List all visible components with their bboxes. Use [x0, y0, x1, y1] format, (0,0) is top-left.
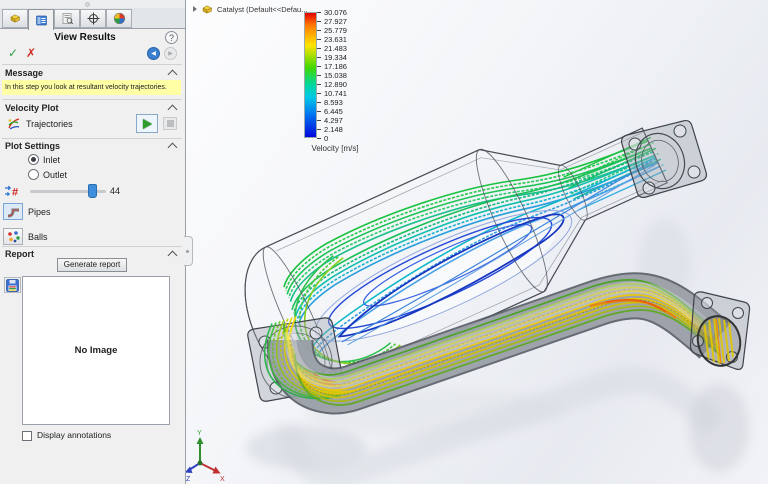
no-image-label: No Image: [74, 345, 118, 356]
divider: [2, 64, 182, 65]
feature-manager-icon: [9, 14, 20, 23]
cancel-button[interactable]: ✗: [26, 46, 36, 60]
legend-tick: 27.927: [317, 17, 347, 26]
play-button[interactable]: [136, 114, 158, 133]
inlet-radio[interactable]: [28, 154, 39, 165]
display-annotations-label: Display annotations: [37, 430, 112, 440]
outlet-flange: [689, 291, 751, 371]
manager-tab-bar: [0, 8, 185, 30]
solidworks-flow-simulation-window: View Results ? ✓ ✗ ◀ ▶ Message In this s…: [0, 0, 768, 484]
legend-tick: 30.076: [317, 8, 347, 17]
report-section-header[interactable]: Report: [5, 249, 34, 259]
legend-title: Velocity [m/s]: [311, 144, 359, 153]
triad-y-label: Y: [197, 430, 202, 437]
feature-tree-item[interactable]: Catalyst (Default<<Defau...: [193, 2, 307, 16]
pipes-button-label: Pipes: [28, 207, 51, 217]
legend-tick: 6.445: [317, 107, 343, 116]
display-manager-icon: [113, 12, 125, 25]
page-title: View Results: [54, 32, 116, 43]
back-button[interactable]: ◀: [147, 47, 160, 60]
dimxpert-icon: [87, 12, 99, 25]
plot-settings-section-header[interactable]: Plot Settings: [5, 141, 60, 151]
save-image-button[interactable]: [4, 277, 21, 293]
collapse-chevron-icon[interactable]: [167, 104, 178, 115]
legend-tick: 25.779: [317, 26, 347, 35]
legend-ticks: 30.076 27.927 25.779 23.631 21.483 19.334 17.1…: [317, 8, 369, 143]
legend-tick: 0: [317, 134, 328, 143]
feature-tree-item-label[interactable]: Catalyst (Default<<Defau...: [217, 5, 307, 14]
orientation-triad: Y X Z: [186, 430, 225, 483]
triad-z-label: Z: [186, 476, 191, 483]
divider: [2, 99, 182, 100]
legend-tick: 12.890: [317, 80, 347, 89]
legend-tick: 8.593: [317, 98, 343, 107]
assembly-icon: [202, 5, 213, 14]
collapse-chevron-icon[interactable]: [167, 142, 178, 153]
save-image-icon: [6, 278, 19, 292]
balls-icon: [7, 231, 20, 243]
legend-tick: 10.741: [317, 89, 347, 98]
trajectories-item-label[interactable]: Trajectories: [26, 119, 73, 129]
graphics-area[interactable]: Catalyst (Default<<Defau... 30.076 27.927…: [186, 0, 768, 484]
svg-text:#: #: [12, 187, 18, 199]
legend-tick: 15.038: [317, 71, 347, 80]
play-icon: [142, 118, 152, 129]
trajectories-icon: [8, 118, 20, 130]
collapse-chevron-icon[interactable]: [167, 69, 178, 80]
trajectory-count-icon: #: [5, 185, 18, 199]
legend-tick: 17.186: [317, 62, 347, 71]
legend-tick: 23.631: [317, 35, 347, 44]
generate-report-button[interactable]: Generate report: [57, 258, 127, 272]
stop-button[interactable]: [163, 117, 177, 130]
panel-splitter-handle[interactable]: [184, 236, 193, 266]
tab-dimxpert-manager[interactable]: [80, 9, 106, 28]
legend-tick: 21.483: [317, 44, 347, 53]
stop-icon: [166, 120, 174, 127]
expand-arrow-icon[interactable]: [193, 6, 197, 12]
model-viewport[interactable]: Y X Z: [186, 0, 768, 484]
legend-tick: 2.148: [317, 125, 343, 134]
tab-display-manager[interactable]: [106, 9, 132, 28]
configuration-manager-icon: [62, 13, 73, 25]
divider: [2, 138, 182, 139]
triad-x-label: X: [220, 476, 225, 483]
collapse-chevron-icon[interactable]: [167, 250, 178, 261]
velocity-plot-section-header[interactable]: Velocity Plot: [5, 103, 59, 113]
property-manager-panel: View Results ? ✓ ✗ ◀ ▶ Message In this s…: [0, 0, 186, 484]
panel-resize-handle[interactable]: [85, 2, 90, 7]
display-annotations-checkbox[interactable]: [22, 431, 32, 441]
pipes-icon: [7, 207, 19, 218]
outlet-radio-label: Outlet: [43, 170, 68, 180]
trajectory-count-slider-thumb[interactable]: [88, 184, 97, 198]
forward-button[interactable]: ▶: [164, 47, 177, 60]
tab-feature-manager[interactable]: [2, 9, 28, 28]
balls-button-label: Balls: [28, 232, 48, 242]
legend-tick: 4.297: [317, 116, 343, 125]
balls-button[interactable]: [3, 228, 23, 245]
message-text: In this step you look at resultant veloc…: [2, 80, 181, 95]
message-section-header[interactable]: Message: [5, 68, 43, 78]
outlet-radio[interactable]: [28, 169, 39, 180]
legend-tick: 19.334: [317, 53, 347, 62]
tab-property-manager[interactable]: [28, 9, 54, 30]
report-preview-box: No Image: [22, 276, 170, 425]
panel-top-strip: [0, 0, 185, 8]
pipes-button[interactable]: [3, 203, 23, 220]
property-manager-icon: [35, 15, 47, 25]
legend-colorbar: [304, 12, 317, 138]
divider: [2, 246, 182, 247]
inlet-radio-label: Inlet: [43, 155, 61, 165]
ok-button[interactable]: ✓: [8, 46, 18, 60]
help-icon[interactable]: ?: [165, 31, 178, 44]
trajectory-count-value: 44: [110, 186, 121, 196]
tab-configuration-manager[interactable]: [54, 9, 80, 28]
